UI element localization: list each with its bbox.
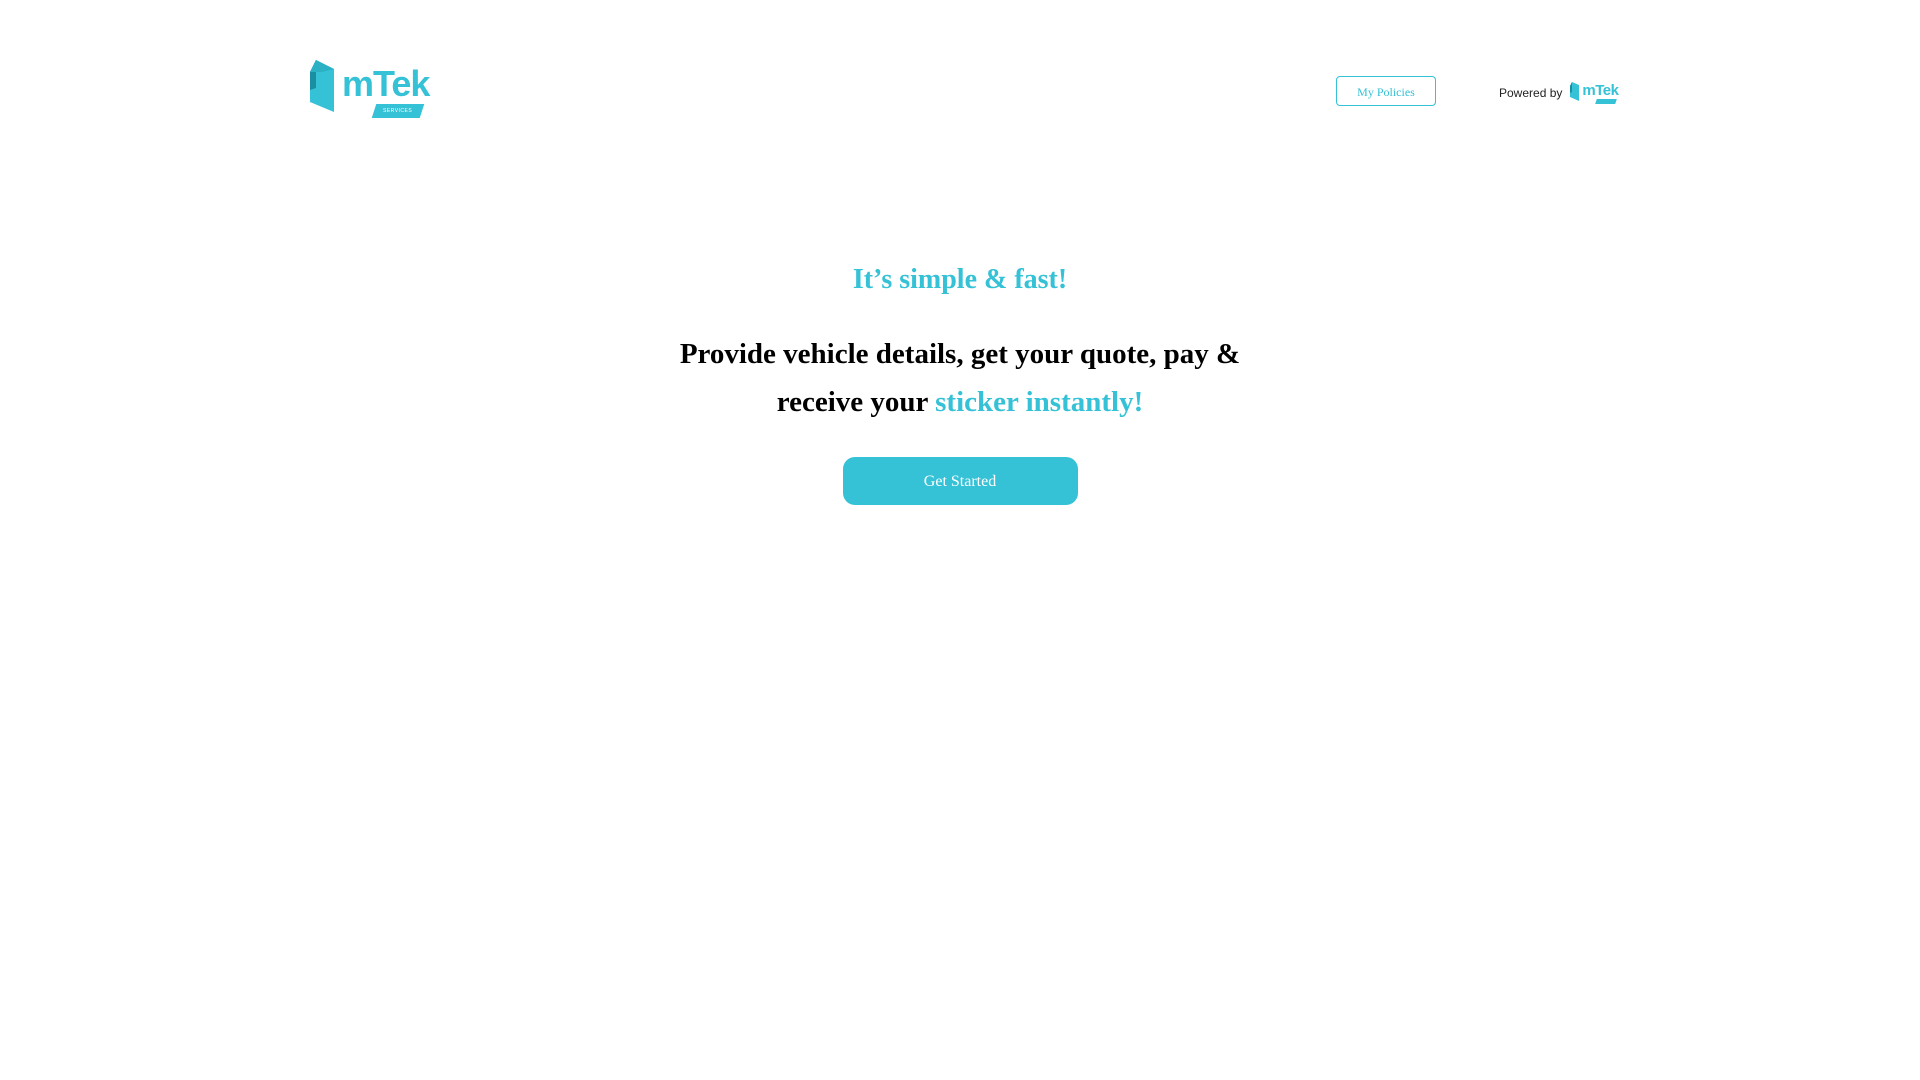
powered-by: Powered by mTek [1499, 80, 1619, 106]
mtek-cube-icon [310, 60, 334, 112]
mtek-cube-small-icon [1570, 82, 1580, 101]
header: mTek SERVICES My Policies Powered by mTe… [0, 0, 1920, 180]
powered-by-logo-tag [1595, 99, 1618, 104]
get-started-button[interactable]: Get Started [842, 457, 1078, 505]
brand-tagline: SERVICES [371, 104, 425, 118]
hero-headline-accent: sticker instantly! [935, 386, 1144, 418]
my-policies-button[interactable]: My Policies [1336, 76, 1436, 106]
powered-by-label: Powered by [1499, 86, 1563, 100]
landing-page: mTek SERVICES My Policies Powered by mTe… [0, 0, 1920, 1080]
powered-by-logo-name: mTek [1582, 82, 1619, 99]
hero: It’s simple & fast! Provide vehicle deta… [0, 260, 1920, 505]
brand-logo[interactable]: mTek SERVICES [310, 60, 430, 122]
brand-name: mTek [342, 63, 430, 104]
powered-by-logo[interactable]: mTek [1570, 81, 1619, 105]
hero-headline: Provide vehicle details, get your quote,… [640, 330, 1280, 426]
hero-tagline: It’s simple & fast! [852, 264, 1068, 295]
